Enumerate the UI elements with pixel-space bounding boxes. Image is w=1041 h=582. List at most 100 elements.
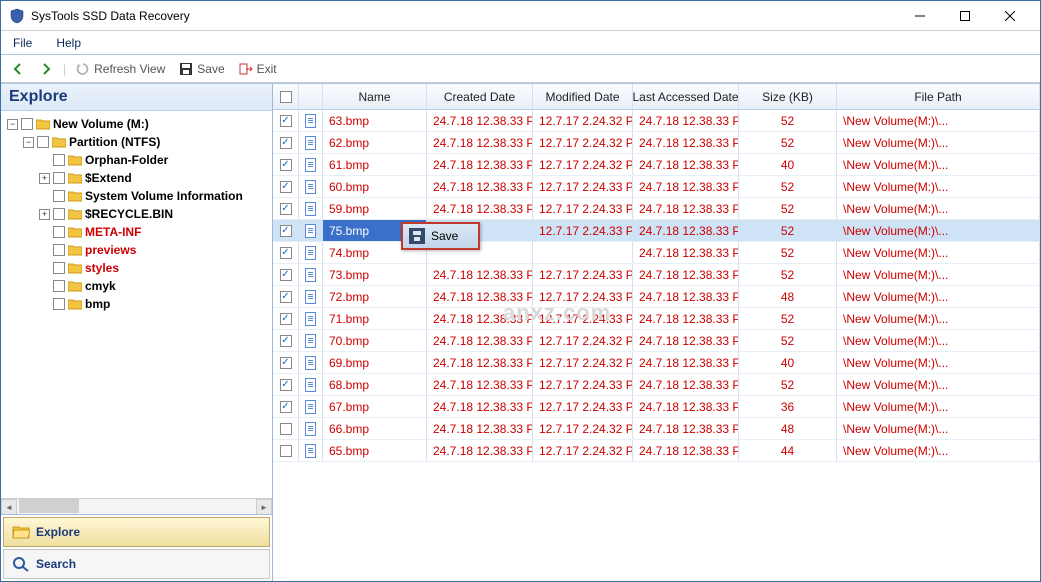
checkbox[interactable] (53, 172, 65, 184)
tree-node[interactable]: Orphan-Folder (39, 151, 270, 169)
tree-node-partition[interactable]: − Partition (NTFS) (23, 133, 270, 151)
cell-size: 40 (739, 352, 837, 373)
row-checkbox[interactable] (273, 308, 299, 329)
table-row[interactable]: 59.bmp24.7.18 12.38.33 PM12.7.17 2.24.33… (273, 198, 1040, 220)
expand-icon[interactable]: + (39, 173, 50, 184)
tree-node-root[interactable]: − New Volume (M:) (7, 115, 270, 133)
grid-body[interactable]: 63.bmp24.7.18 12.38.33 PM12.7.17 2.24.32… (273, 110, 1040, 581)
row-checkbox[interactable] (273, 154, 299, 175)
table-row[interactable]: 61.bmp24.7.18 12.38.33 PM12.7.17 2.24.32… (273, 154, 1040, 176)
header-accessed[interactable]: Last Accessed Date (633, 84, 739, 109)
cell-path: \New Volume(M:)\... (837, 176, 1040, 197)
save-button[interactable]: Save (175, 60, 228, 78)
row-checkbox[interactable] (273, 374, 299, 395)
expand-icon[interactable]: + (39, 209, 50, 220)
table-row[interactable]: 74.bmp24.7.18 12.38.33 PM52\New Volume(M… (273, 242, 1040, 264)
checkbox[interactable] (53, 154, 65, 166)
row-checkbox[interactable] (273, 418, 299, 439)
tree-label: bmp (85, 297, 110, 311)
tree-horizontal-scrollbar[interactable]: ◄ ► (1, 498, 272, 514)
table-row[interactable]: 63.bmp24.7.18 12.38.33 PM12.7.17 2.24.32… (273, 110, 1040, 132)
close-button[interactable] (987, 1, 1032, 30)
checkbox[interactable] (37, 136, 49, 148)
checkbox[interactable] (53, 244, 65, 256)
row-checkbox[interactable] (273, 440, 299, 461)
row-checkbox[interactable] (273, 396, 299, 417)
tab-explore[interactable]: Explore (3, 517, 270, 547)
folder-icon (68, 208, 82, 220)
cell-size: 48 (739, 418, 837, 439)
table-row[interactable]: 67.bmp24.7.18 12.38.33 PM12.7.17 2.24.33… (273, 396, 1040, 418)
tree-node[interactable]: styles (39, 259, 270, 277)
row-checkbox[interactable] (273, 264, 299, 285)
tree-node[interactable]: +$Extend (39, 169, 270, 187)
row-checkbox[interactable] (273, 242, 299, 263)
checkbox[interactable] (53, 226, 65, 238)
cell-name: 62.bmp (323, 132, 427, 153)
minimize-button[interactable] (897, 1, 942, 30)
scroll-right-icon[interactable]: ► (256, 499, 272, 515)
cell-size: 52 (739, 176, 837, 197)
cell-modified: 12.7.17 2.24.33 PM (533, 176, 633, 197)
table-row[interactable]: 71.bmp24.7.18 12.38.33 PM12.7.17 2.24.33… (273, 308, 1040, 330)
checkbox[interactable] (53, 298, 65, 310)
header-size[interactable]: Size (KB) (739, 84, 837, 109)
collapse-icon[interactable]: − (7, 119, 18, 130)
header-modified[interactable]: Modified Date (533, 84, 633, 109)
nav-forward-button[interactable] (35, 60, 57, 78)
row-checkbox[interactable] (273, 352, 299, 373)
tree-node[interactable]: previews (39, 241, 270, 259)
tree-node[interactable]: +$RECYCLE.BIN (39, 205, 270, 223)
row-checkbox[interactable] (273, 286, 299, 307)
nav-back-button[interactable] (7, 60, 29, 78)
tree-node[interactable]: System Volume Information (39, 187, 270, 205)
table-row[interactable]: 69.bmp24.7.18 12.38.33 PM12.7.17 2.24.32… (273, 352, 1040, 374)
header-created[interactable]: Created Date (427, 84, 533, 109)
row-checkbox[interactable] (273, 330, 299, 351)
row-checkbox[interactable] (273, 198, 299, 219)
checkbox[interactable] (53, 262, 65, 274)
checkbox[interactable] (53, 208, 65, 220)
table-row[interactable]: 62.bmp24.7.18 12.38.33 PM12.7.17 2.24.32… (273, 132, 1040, 154)
table-row[interactable]: 75.bmp12.7.17 2.24.33 PM24.7.18 12.38.33… (273, 220, 1040, 242)
cell-name: 63.bmp (323, 110, 427, 131)
scroll-thumb[interactable] (19, 499, 79, 513)
menu-file[interactable]: File (9, 34, 36, 52)
checkbox[interactable] (21, 118, 33, 130)
tab-search[interactable]: Search (3, 549, 270, 579)
header-path[interactable]: File Path (837, 84, 1040, 109)
header-name[interactable]: Name (323, 84, 427, 109)
exit-button[interactable]: Exit (235, 60, 281, 78)
file-type-icon (299, 352, 323, 373)
maximize-button[interactable] (942, 1, 987, 30)
table-row[interactable]: 70.bmp24.7.18 12.38.33 PM12.7.17 2.24.32… (273, 330, 1040, 352)
tree-node[interactable]: META-INF (39, 223, 270, 241)
cell-created: 24.7.18 12.38.33 PM (427, 374, 533, 395)
folder-tree[interactable]: − New Volume (M:) − Part (1, 111, 272, 498)
row-checkbox[interactable] (273, 220, 299, 241)
table-row[interactable]: 68.bmp24.7.18 12.38.33 PM12.7.17 2.24.33… (273, 374, 1040, 396)
cell-name: 59.bmp (323, 198, 427, 219)
menu-help[interactable]: Help (52, 34, 85, 52)
row-checkbox[interactable] (273, 110, 299, 131)
table-row[interactable]: 66.bmp24.7.18 12.38.33 PM12.7.17 2.24.32… (273, 418, 1040, 440)
scroll-left-icon[interactable]: ◄ (1, 499, 17, 515)
table-row[interactable]: 65.bmp24.7.18 12.38.33 PM12.7.17 2.24.32… (273, 440, 1040, 462)
refresh-button[interactable]: Refresh View (72, 60, 169, 78)
explore-header: Explore (1, 84, 272, 111)
tree-node[interactable]: bmp (39, 295, 270, 313)
tree-node[interactable]: cmyk (39, 277, 270, 295)
header-select-all[interactable] (273, 84, 299, 109)
table-row[interactable]: 73.bmp24.7.18 12.38.33 PM12.7.17 2.24.33… (273, 264, 1040, 286)
row-checkbox[interactable] (273, 132, 299, 153)
collapse-icon[interactable]: − (23, 137, 34, 148)
table-row[interactable]: 72.bmp24.7.18 12.38.33 PM12.7.17 2.24.33… (273, 286, 1040, 308)
row-checkbox[interactable] (273, 176, 299, 197)
context-save-item[interactable]: Save (405, 226, 476, 246)
cell-path: \New Volume(M:)\... (837, 154, 1040, 175)
checkbox[interactable] (53, 190, 65, 202)
file-type-icon (299, 198, 323, 219)
table-row[interactable]: 60.bmp24.7.18 12.38.33 PM12.7.17 2.24.33… (273, 176, 1040, 198)
checkbox[interactable] (53, 280, 65, 292)
cell-modified: 12.7.17 2.24.33 PM (533, 198, 633, 219)
